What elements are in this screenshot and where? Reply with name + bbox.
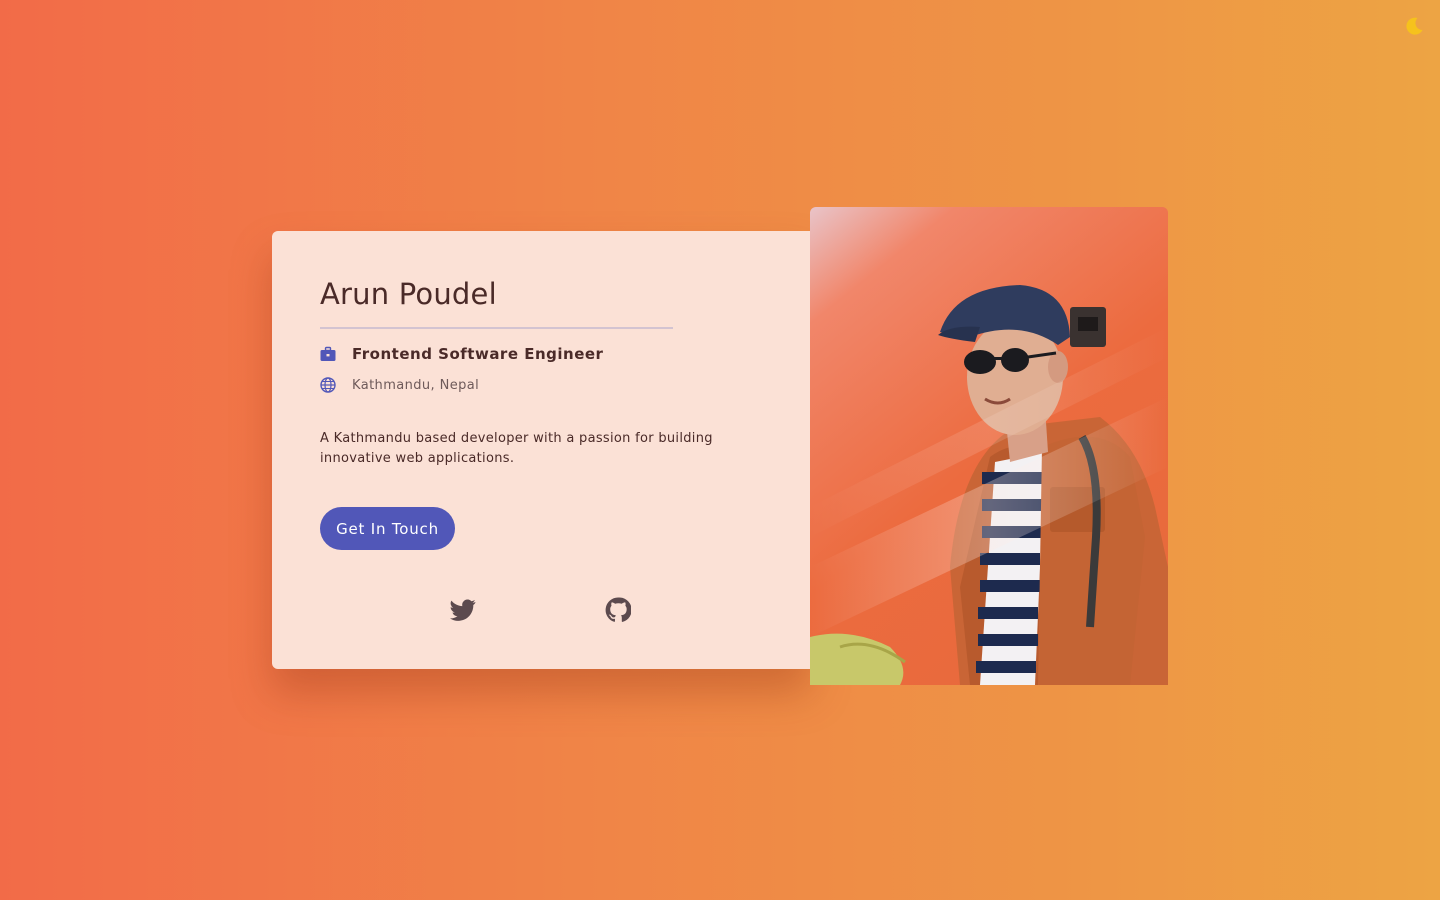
briefcase-icon [320, 346, 336, 361]
globe-icon [320, 377, 336, 393]
profile-photo [810, 207, 1168, 685]
get-in-touch-button[interactable]: Get In Touch [320, 507, 455, 550]
bio-text: A Kathmandu based developer with a passi… [320, 431, 713, 466]
theme-toggle-button[interactable] [1402, 14, 1426, 38]
crescent-moon-icon [1406, 17, 1423, 35]
twitter-icon [450, 599, 476, 621]
github-link[interactable] [605, 597, 632, 623]
name-divider [320, 327, 673, 329]
location-row: Kathmandu, Nepal [320, 377, 479, 393]
location-text: Kathmandu, Nepal [352, 377, 480, 393]
profile-card: Arun Poudel Frontend Software Engineer K… [272, 231, 810, 669]
job-row: Frontend Software Engineer [320, 345, 603, 363]
twitter-link[interactable] [450, 597, 476, 623]
github-icon [605, 597, 632, 622]
job-title: Frontend Software Engineer [352, 345, 604, 363]
profile-name: Arun Poudel [320, 277, 497, 311]
